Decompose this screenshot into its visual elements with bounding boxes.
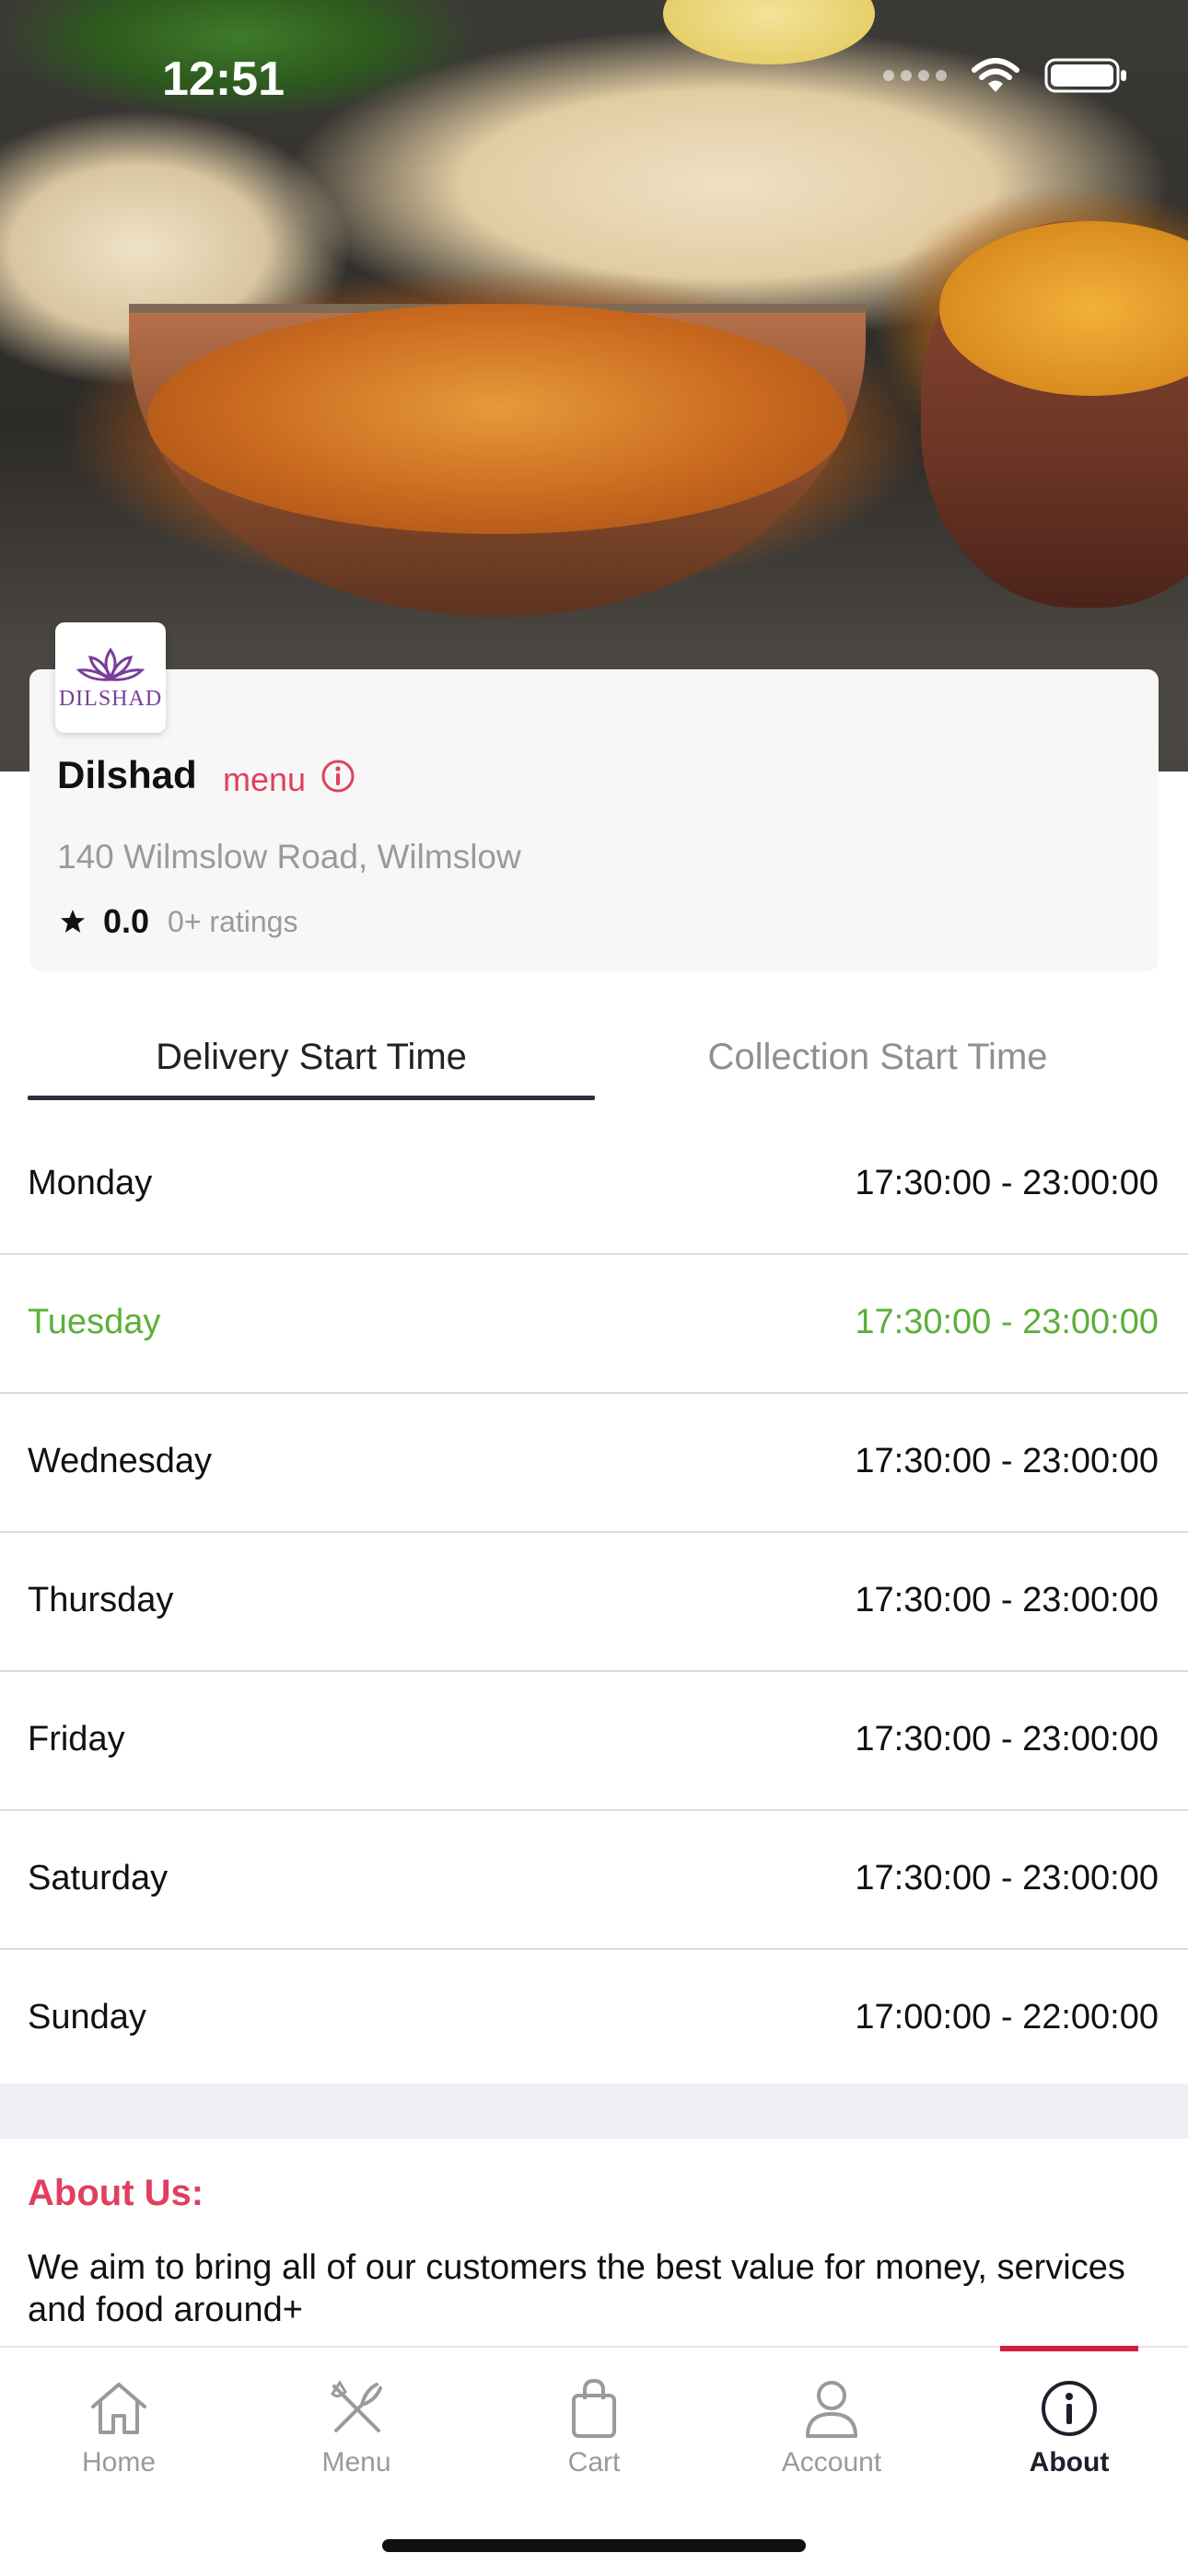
- time-range: 17:00:00 - 22:00:00: [855, 1998, 1159, 2036]
- wifi-icon: [972, 58, 1019, 92]
- tab-about-label: About: [1029, 2447, 1110, 2477]
- lotus-icon: [76, 646, 146, 681]
- hours-row-wednesday: Wednesday 17:30:00 - 23:00:00: [0, 1394, 1188, 1533]
- about-text: We aim to bring all of our customers the…: [28, 2248, 1125, 2329]
- fork-knife-icon: [331, 2380, 382, 2432]
- signal-dots-icon: [883, 70, 947, 81]
- tab-account[interactable]: Account: [713, 2348, 950, 2486]
- hours-row-friday: Friday 17:30:00 - 23:00:00: [0, 1672, 1188, 1811]
- opening-hours-list: Monday 17:30:00 - 23:00:00 Tuesday 17:30…: [0, 1116, 1188, 2089]
- time-range: 17:30:00 - 23:00:00: [855, 1581, 1159, 1619]
- tab-home-label: Home: [81, 2447, 157, 2477]
- day-label: Monday: [28, 1164, 153, 1202]
- hours-row-saturday: Saturday 17:30:00 - 23:00:00: [0, 1811, 1188, 1950]
- logo-text: DILSHAD: [58, 686, 163, 711]
- status-icons: [883, 57, 1129, 94]
- section-divider: [0, 2083, 1188, 2139]
- tab-collection-start-time[interactable]: Collection Start Time: [595, 1037, 1160, 1078]
- shopping-bag-icon: [572, 2378, 616, 2438]
- day-label: Tuesday: [28, 1303, 161, 1341]
- tab-account-label: Account: [781, 2447, 882, 2477]
- home-icon: [91, 2383, 146, 2434]
- tab-home[interactable]: Home: [0, 2348, 238, 2486]
- home-indicator[interactable]: [382, 2539, 806, 2552]
- info-icon: [1042, 2381, 1097, 2436]
- hero-food-image: [0, 0, 1188, 772]
- tab-cart-label: Cart: [567, 2447, 621, 2477]
- day-label: Wednesday: [28, 1442, 212, 1480]
- status-time: 12:51: [162, 52, 285, 106]
- time-range: 17:30:00 - 23:00:00: [855, 1442, 1159, 1480]
- restaurant-name: Dilshad: [57, 753, 197, 796]
- hours-row-tuesday: Tuesday 17:30:00 - 23:00:00: [0, 1255, 1188, 1394]
- rating-row: 0.0 0+ ratings: [59, 902, 297, 941]
- time-range: 17:30:00 - 23:00:00: [855, 1859, 1159, 1897]
- battery-icon: [1044, 58, 1126, 93]
- menu-link[interactable]: menu: [223, 760, 306, 799]
- hours-row-thursday: Thursday 17:30:00 - 23:00:00: [0, 1533, 1188, 1672]
- day-label: Friday: [28, 1720, 125, 1758]
- about-title: About Us:: [28, 2173, 204, 2213]
- rating-count: 0+ ratings: [168, 904, 298, 938]
- day-label: Sunday: [28, 1998, 146, 2036]
- day-label: Thursday: [28, 1581, 174, 1619]
- tab-menu[interactable]: Menu: [238, 2348, 475, 2486]
- active-tab-indicator: [28, 1096, 595, 1100]
- rating-value: 0.0: [103, 902, 150, 940]
- star-icon: [61, 910, 85, 933]
- tab-about[interactable]: About: [950, 2348, 1188, 2486]
- info-circle-icon[interactable]: [320, 759, 355, 794]
- time-range: 17:30:00 - 23:00:00: [855, 1164, 1159, 1202]
- hours-row-sunday: Sunday 17:00:00 - 22:00:00: [0, 1950, 1188, 2089]
- person-icon: [806, 2381, 857, 2438]
- tab-delivery-start-time[interactable]: Delivery Start Time: [28, 1037, 595, 1078]
- tab-menu-label: Menu: [321, 2447, 391, 2477]
- day-label: Saturday: [28, 1859, 169, 1897]
- time-range: 17:30:00 - 23:00:00: [855, 1303, 1159, 1341]
- active-tab-indicator-bar: [1000, 2346, 1138, 2351]
- time-range: 17:30:00 - 23:00:00: [855, 1720, 1159, 1758]
- tab-cart[interactable]: Cart: [475, 2348, 713, 2486]
- hours-row-monday: Monday 17:30:00 - 23:00:00: [0, 1116, 1188, 1255]
- restaurant-logo: DILSHAD: [55, 622, 166, 733]
- restaurant-address: 140 Wilmslow Road, Wilmslow: [57, 838, 521, 876]
